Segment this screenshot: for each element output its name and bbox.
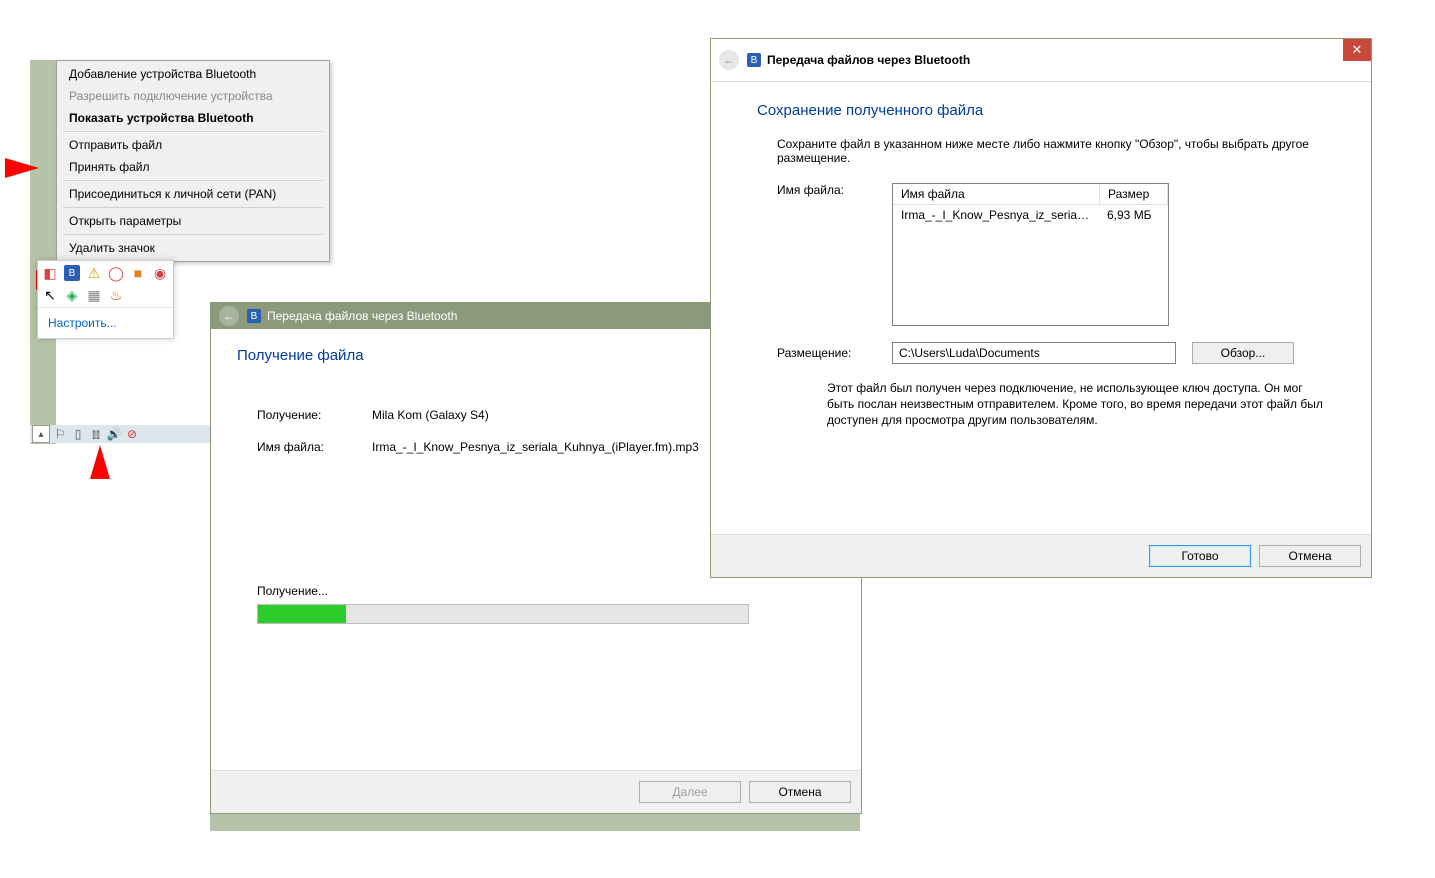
customize-link[interactable]: Настроить... [38,307,173,338]
network-icon[interactable]: ⫾⫾ [88,426,104,442]
next-button: Далее [639,781,741,803]
done-button[interactable]: Готово [1149,545,1251,567]
menu-send-file[interactable]: Отправить файл [59,134,327,156]
cell-filename: Irma_-_I_Know_Pesnya_iz_seriala_K... [893,205,1099,225]
instruction-text: Сохраните файл в указанном ниже месте ли… [777,137,1325,165]
tray-app-icon[interactable]: ◧ [42,265,58,281]
browse-button[interactable]: Обзор... [1192,342,1294,364]
filename-label: Имя файла: [257,440,372,454]
bluetooth-icon: B [747,53,761,67]
filename-label: Имя файла: [777,183,892,197]
tray-app-icon[interactable]: ■ [130,265,146,281]
menu-add-device[interactable]: Добавление устройства Bluetooth [59,63,327,85]
battery-icon[interactable]: ▯ [70,426,86,442]
table-row[interactable]: Irma_-_I_Know_Pesnya_iz_seriala_K... 6,9… [893,204,1168,225]
filename-value: Irma_-_I_Know_Pesnya_iz_seriala_Kuhnya_(… [372,440,699,454]
antivirus-icon[interactable]: ◈ [64,287,80,303]
menu-show-devices[interactable]: Показать устройства Bluetooth [59,107,327,129]
col-size[interactable]: Размер [1100,184,1168,204]
security-icon[interactable]: ⚠ [86,265,102,281]
separator [63,234,323,235]
col-filename[interactable]: Имя файла [893,184,1100,204]
volume-icon[interactable]: 🔊 [106,426,122,442]
java-icon[interactable]: ♨ [108,287,124,303]
bluetooth-icon: B [247,309,261,323]
location-label: Размещение: [777,346,892,360]
receive-from-label: Получение: [257,408,372,422]
progress-fill [258,605,346,623]
cell-size: 6,93 МБ [1099,205,1168,225]
tray-app-icon[interactable]: ◉ [152,265,168,281]
progress-bar [257,604,749,624]
menu-open-settings[interactable]: Открыть параметры [59,210,327,232]
close-button[interactable]: ✕ [1343,39,1371,61]
receive-from-value: Mila Kom (Galaxy S4) [372,408,489,422]
red-arrow-icon [90,445,110,479]
tray-app-icon[interactable]: ◯ [108,265,124,281]
red-arrow-icon [5,158,39,178]
menu-join-pan[interactable]: Присоединиться к личной сети (PAN) [59,183,327,205]
security-warning: Этот файл был получен через подключение,… [827,380,1325,429]
menu-receive-file[interactable]: Принять файл [59,156,327,178]
location-input[interactable]: C:\Users\Luda\Documents [892,342,1176,364]
button-bar: Далее Отмена [211,770,861,813]
file-table: Имя файла Размер Irma_-_I_Know_Pesnya_iz… [892,183,1169,326]
tray-app-icon[interactable]: ▦ [86,287,102,303]
show-hidden-icons-button[interactable]: ▴ [32,425,50,443]
save-file-window: ✕ ← B Передача файлов через Bluetooth Со… [710,38,1372,578]
separator [63,131,323,132]
bluetooth-context-menu: Добавление устройства Bluetooth Разрешит… [56,60,330,262]
back-button[interactable]: ← [219,306,239,326]
menu-allow-connection: Разрешить подключение устройства [59,85,327,107]
back-button[interactable]: ← [719,50,739,70]
desktop-bg [30,60,56,444]
progress-label: Получение... [257,584,835,598]
action-center-icon[interactable]: ⚐ [52,426,68,442]
window-title: Передача файлов через Bluetooth [767,53,970,67]
volume-muted-icon[interactable]: ⊘ [124,426,140,442]
button-bar: Готово Отмена [711,534,1371,577]
cancel-button[interactable]: Отмена [1259,545,1361,567]
separator [63,207,323,208]
cursor-icon[interactable]: ↖ [42,287,58,303]
cancel-button[interactable]: Отмена [749,781,851,803]
separator [63,180,323,181]
tray-popup: ◧ B ⚠ ◯ ■ ◉ ↖ ◈ ▦ ♨ Настроить... [37,260,174,339]
window-title: Передача файлов через Bluetooth [267,309,457,323]
window-header: ← B Передача файлов через Bluetooth [711,39,1371,82]
desktop-bg [210,811,860,831]
page-heading: Сохранение полученного файла [757,102,1325,119]
bluetooth-icon[interactable]: B [64,265,80,281]
menu-remove-icon[interactable]: Удалить значок [59,237,327,259]
taskbar-tray: ▴ ⚐ ▯ ⫾⫾ 🔊 ⊘ [30,425,216,443]
